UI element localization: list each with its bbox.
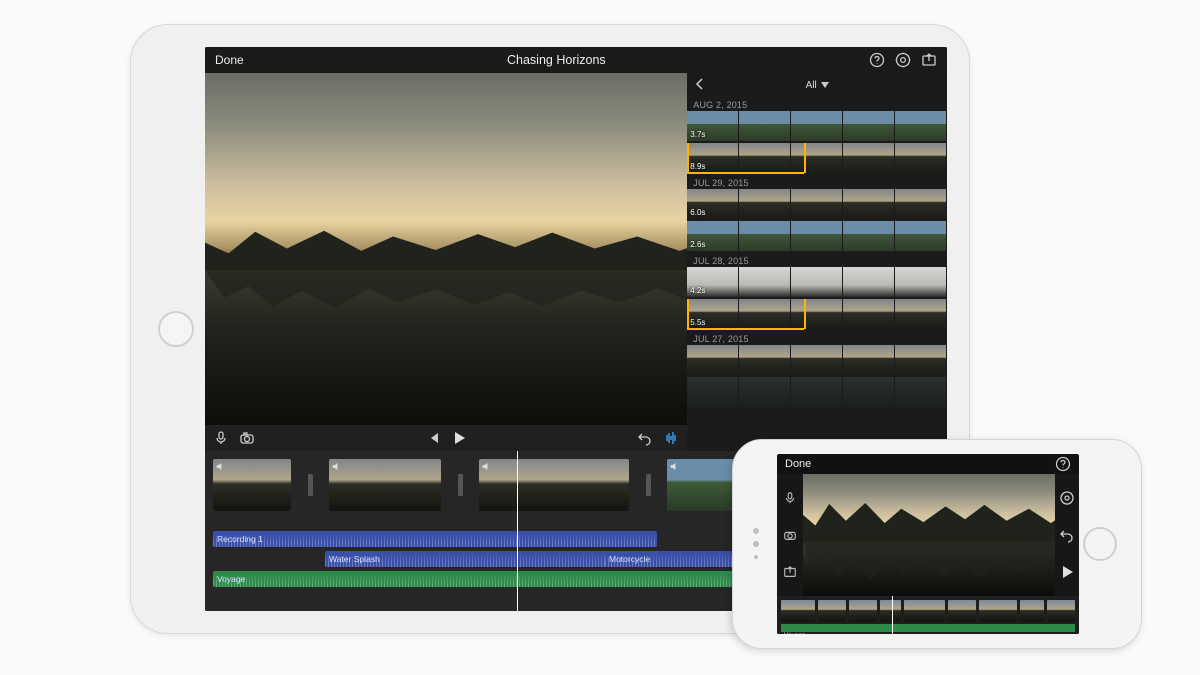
playbar <box>205 425 687 451</box>
phone-timeline-clip[interactable] <box>904 600 945 622</box>
clip-duration: 8.9s <box>690 162 705 171</box>
skip-back-icon[interactable] <box>425 430 441 446</box>
transition-handle[interactable] <box>455 459 465 511</box>
clip-duration: 3.7s <box>690 130 705 139</box>
clip-mute-icon[interactable] <box>216 462 225 471</box>
undo-icon[interactable] <box>637 430 653 446</box>
audio-track[interactable]: Water Splash <box>325 551 607 567</box>
settings-icon[interactable] <box>895 52 911 68</box>
phone-microphone-icon[interactable] <box>783 491 797 505</box>
play-icon[interactable] <box>451 430 467 446</box>
audio-wave-icon[interactable] <box>663 430 679 446</box>
timeline-clip[interactable] <box>213 459 291 511</box>
phone-preview[interactable] <box>803 474 1055 596</box>
phone-play-icon[interactable] <box>1059 564 1075 580</box>
clip-duration: 4.2s <box>690 286 705 295</box>
clip-mute-icon[interactable] <box>670 462 679 471</box>
library-clip[interactable]: 4.2s <box>687 267 947 297</box>
imovie-iphone-app: Done Voyage <box>777 454 1079 634</box>
phone-timeline-clip[interactable] <box>818 600 846 622</box>
phone-timeline-clip[interactable] <box>1020 600 1044 622</box>
library-clip[interactable] <box>687 345 947 375</box>
library-clip[interactable] <box>687 377 947 407</box>
preview-pane[interactable] <box>205 73 687 451</box>
library-back-icon[interactable] <box>695 78 705 93</box>
phone-left-tools <box>777 474 803 596</box>
phone-camera-icon[interactable] <box>783 528 797 542</box>
clip-mute-icon[interactable] <box>482 462 491 471</box>
library-clip[interactable]: 5.5s <box>687 299 947 329</box>
audio-track-label: Water Splash <box>329 554 380 564</box>
timeline-playhead[interactable] <box>517 451 518 611</box>
library-clip[interactable]: 6.0s <box>687 189 947 219</box>
library-filter-label: All <box>806 80 817 91</box>
library-clip[interactable]: 2.6s <box>687 221 947 251</box>
phone-music-track[interactable]: Voyage <box>781 624 1075 632</box>
phone-timeline-clip[interactable] <box>781 600 815 622</box>
audio-track-label: Recording 1 <box>217 534 263 544</box>
phone-timeline-clip[interactable] <box>880 600 901 622</box>
phone-export-icon[interactable] <box>783 565 797 579</box>
library-filter[interactable]: All <box>806 80 829 91</box>
phone-settings-icon[interactable] <box>1059 490 1075 506</box>
clip-duration: 6.0s <box>690 208 705 217</box>
phone-timeline-clip[interactable] <box>1047 600 1075 622</box>
phone-undo-icon[interactable] <box>1059 527 1075 543</box>
library-clip[interactable]: 3.7s <box>687 111 947 141</box>
phone-timeline-clip[interactable] <box>979 600 1017 622</box>
transition-handle[interactable] <box>305 459 315 511</box>
phone-music-label: Voyage <box>781 632 806 634</box>
phone-right-tools <box>1055 474 1079 596</box>
topbar: Done Chasing Horizons <box>205 47 947 73</box>
microphone-icon[interactable] <box>213 430 229 446</box>
transition-handle[interactable] <box>643 459 653 511</box>
library-date-header: JUL 29, 2015 <box>687 175 947 189</box>
timeline-clip[interactable] <box>329 459 441 511</box>
phone-timeline-clip[interactable] <box>849 600 877 622</box>
preview-video-frame <box>205 73 687 425</box>
library-clip[interactable]: 8.9s <box>687 143 947 173</box>
library-date-header: JUL 27, 2015 <box>687 331 947 345</box>
audio-track[interactable]: Recording 1 <box>213 531 657 547</box>
camera-icon[interactable] <box>239 430 255 446</box>
export-icon[interactable] <box>921 52 937 68</box>
library-date-header: AUG 2, 2015 <box>687 97 947 111</box>
phone-done-button[interactable]: Done <box>785 458 811 470</box>
done-button[interactable]: Done <box>215 53 244 67</box>
clip-duration: 5.5s <box>690 318 705 327</box>
help-icon[interactable] <box>869 52 885 68</box>
clip-duration: 2.6s <box>690 240 705 249</box>
phone-playhead[interactable] <box>892 596 893 634</box>
media-library: All AUG 2, 2015 3.7s 8.9s JUL 29, 2015 6.0s 2… <box>687 73 947 451</box>
phone-timeline-clip[interactable] <box>948 600 976 622</box>
project-title: Chasing Horizons <box>244 53 869 67</box>
timeline-clip[interactable] <box>479 459 629 511</box>
ipad-home-button[interactable] <box>158 311 194 347</box>
iphone-device-frame: Done Voyage <box>732 439 1142 649</box>
clip-mute-icon[interactable] <box>332 462 341 471</box>
audio-track-label: Voyage <box>217 574 245 584</box>
phone-help-icon[interactable] <box>1055 456 1071 472</box>
audio-track-label: Motorcycle <box>609 554 650 564</box>
library-date-header: JUL 28, 2015 <box>687 253 947 267</box>
phone-timeline[interactable]: Voyage <box>777 596 1079 634</box>
